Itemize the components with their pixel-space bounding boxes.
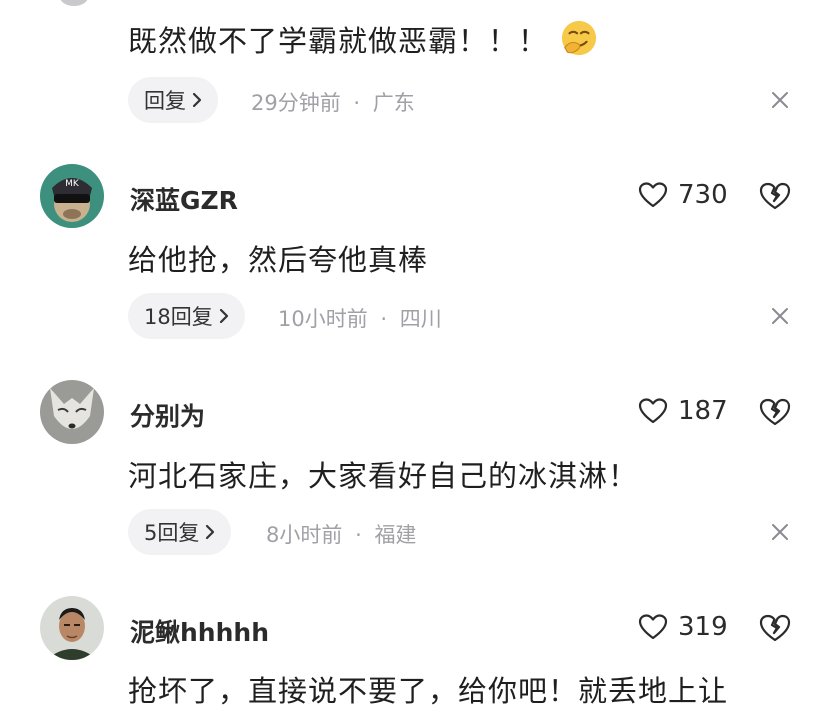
comment-time: 29分钟前 <box>251 91 341 115</box>
heart-icon <box>638 614 668 640</box>
like-button[interactable]: 730 <box>638 180 728 210</box>
close-icon[interactable] <box>770 90 790 110</box>
username[interactable]: 分别为 <box>130 397 205 433</box>
monkey-avatar-icon: MK <box>40 164 104 228</box>
close-icon[interactable] <box>770 522 790 542</box>
chevron-right-icon <box>219 308 228 324</box>
meta-separator: · <box>353 91 361 115</box>
comment-text: 抢坏了，直接说不要了，给你吧！就丢地上让 <box>128 674 729 708</box>
like-count: 730 <box>678 180 728 210</box>
comment-location: 四川 <box>399 307 442 331</box>
avatar[interactable] <box>40 380 104 444</box>
reply-button[interactable]: 18回复 <box>128 293 245 339</box>
avatar[interactable] <box>40 596 104 660</box>
comment-time: 8小时前 <box>266 523 343 547</box>
comment-text: 河北石家庄，大家看好自己的冰淇淋！ <box>128 459 639 493</box>
username[interactable]: 深蓝GZR <box>130 181 238 217</box>
svg-text:MK: MK <box>65 179 80 189</box>
like-count: 319 <box>678 612 728 642</box>
comment-text: 既然做不了学霸就做恶霸！！！ <box>128 18 598 60</box>
comment-meta: 8小时前 · 福建 <box>266 519 416 549</box>
like-button[interactable]: 187 <box>638 396 728 426</box>
broken-heart-icon[interactable] <box>758 181 792 211</box>
comment-time: 10小时前 <box>278 307 368 331</box>
meta-separator: · <box>380 307 388 331</box>
partial-avatar <box>60 0 88 6</box>
comment-location: 广东 <box>372 91 415 115</box>
heart-icon <box>638 182 668 208</box>
smirk-emoji-icon <box>561 20 597 56</box>
comment-meta: 10小时前 · 四川 <box>278 303 442 333</box>
heart-icon <box>638 398 668 424</box>
like-count: 187 <box>678 396 728 426</box>
reply-button[interactable]: 5回复 <box>128 509 232 555</box>
comment-location: 福建 <box>374 523 417 547</box>
chevron-right-icon <box>192 92 202 108</box>
close-icon[interactable] <box>770 306 790 326</box>
meta-separator: · <box>355 523 362 547</box>
fox-avatar-icon <box>40 380 104 444</box>
chevron-right-icon <box>206 524 215 540</box>
broken-heart-icon[interactable] <box>758 613 792 643</box>
person-avatar-icon <box>40 596 104 660</box>
reply-button[interactable]: 回复 <box>128 77 218 123</box>
comment-text: 给他抢，然后夸他真棒 <box>128 243 429 277</box>
avatar[interactable]: MK <box>40 164 104 228</box>
comment-meta: 29分钟前 · 广东 <box>251 87 415 117</box>
like-button[interactable]: 319 <box>638 612 728 642</box>
username[interactable]: 泥鳅hhhhh <box>130 613 269 649</box>
broken-heart-icon[interactable] <box>758 397 792 427</box>
